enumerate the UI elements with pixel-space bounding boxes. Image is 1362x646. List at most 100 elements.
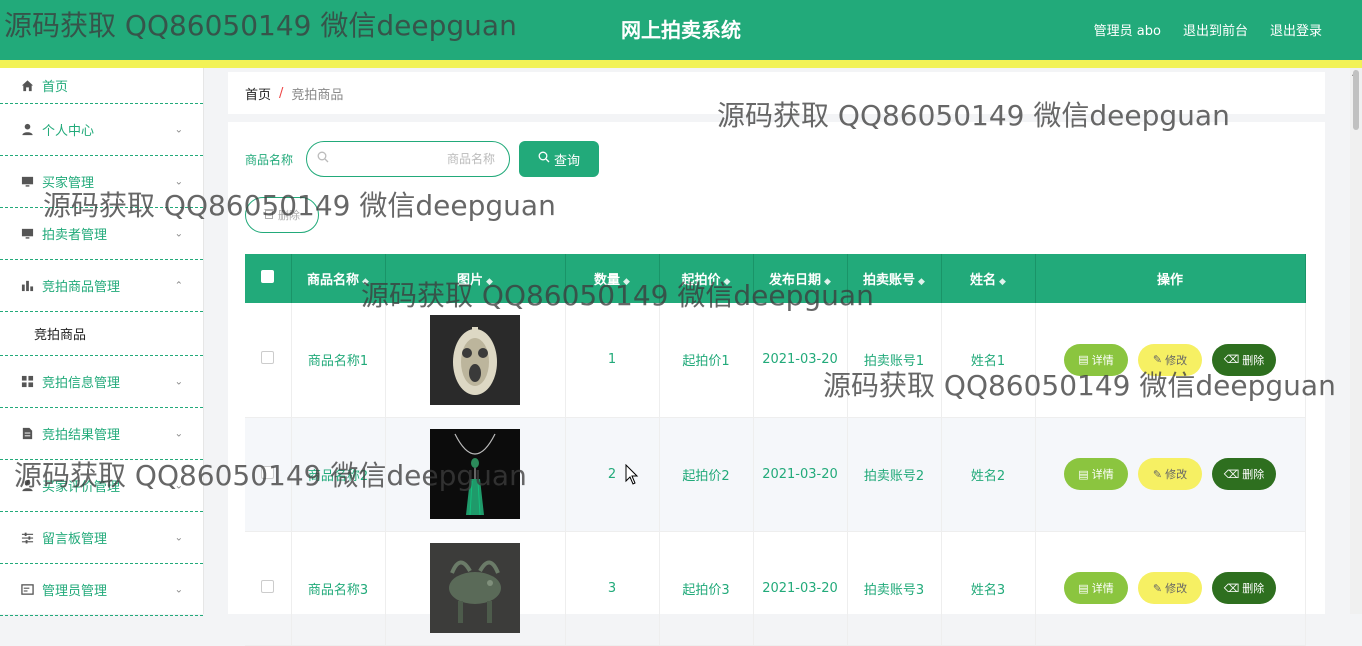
row-checkbox[interactable] (261, 351, 275, 365)
chevron-down-icon: ⌄ (174, 124, 183, 135)
detail-button-label: 详情 (1091, 353, 1114, 367)
sort-icon[interactable]: ◆ (724, 277, 731, 287)
qty-cell: 3 (565, 531, 660, 646)
sidebar-item-buyers[interactable]: 买家管理 ⌄ (0, 156, 203, 208)
sort-icon[interactable]: ◆ (918, 277, 925, 287)
sidebar-item-message-board[interactable]: 留言板管理 ⌄ (0, 512, 203, 564)
search-input[interactable] (335, 148, 495, 170)
sort-icon[interactable]: ◆ (362, 277, 369, 287)
row-select-cell[interactable] (245, 417, 292, 532)
person-cell: 姓名2 (941, 417, 1036, 532)
breadcrumb-home[interactable]: 首页 (245, 84, 271, 103)
column-header-date[interactable]: 发布日期 ◆ (753, 254, 848, 303)
sidebar-item-buyer-reviews[interactable]: 买家评价管理 ⌄ (0, 460, 203, 512)
document-icon (20, 427, 34, 441)
sidebar-item-home[interactable]: 首页 (0, 68, 203, 104)
home-icon (20, 79, 34, 93)
date-cell: 2021-03-20 (753, 417, 848, 532)
row-checkbox[interactable] (261, 579, 275, 593)
logout-link[interactable]: 退出登录 (1270, 20, 1322, 39)
row-select-cell[interactable] (245, 303, 292, 418)
breadcrumb: 首页 / 竞拍商品 (228, 72, 1325, 114)
actions-cell: ▤ 详情 ✎ 修改 ⌫ 删除 (1035, 531, 1306, 646)
search-icon (538, 151, 550, 167)
search-label: 商品名称 (245, 153, 294, 167)
sidebar-subitem-auction-goods[interactable]: 竞拍商品 (0, 312, 203, 356)
scrollbar-thumb[interactable] (1353, 70, 1359, 130)
goods-image-cell (385, 531, 566, 646)
select-all-checkbox[interactable] (261, 270, 275, 283)
column-header-image[interactable]: 图片 ◆ (385, 254, 566, 303)
column-header-label: 姓名 (970, 273, 997, 288)
page-scrollbar[interactable]: ▲ (1350, 68, 1362, 614)
edit-button[interactable]: ✎ 修改 (1138, 458, 1202, 490)
sidebar-item-label: 个人中心 (42, 124, 95, 139)
column-header-start-price[interactable]: 起拍价 ◆ (659, 254, 754, 303)
column-header-name[interactable]: 商品名称 ◆ (291, 254, 386, 303)
sliders-icon (20, 531, 34, 545)
start-price-cell: 起拍价2 (659, 417, 754, 532)
chevron-up-icon: ⌃ (174, 280, 183, 291)
detail-button[interactable]: ▤ 详情 (1064, 572, 1128, 604)
back-to-front-link[interactable]: 退出到前台 (1183, 20, 1248, 39)
sidebar-item-personal[interactable]: 个人中心 ⌄ (0, 104, 203, 156)
edit-button-label: 修改 (1165, 353, 1188, 367)
column-header-label: 图片 (457, 273, 484, 288)
sidebar-item-auction-goods[interactable]: 竞拍商品管理 ⌃ (0, 260, 203, 312)
delete-button[interactable]: ⌫ 删除 (1212, 343, 1276, 376)
column-header-label: 起拍价 (681, 273, 721, 288)
column-header-qty[interactable]: 数量 ◆ (565, 254, 660, 303)
breadcrumb-current: 竞拍商品 (291, 87, 344, 103)
sidebar-item-label: 拍卖者管理 (42, 228, 108, 243)
sidebar-item-auction-info[interactable]: 竞拍信息管理 ⌄ (0, 356, 203, 408)
pencil-icon: ✎ (1152, 581, 1163, 595)
sort-icon[interactable]: ◆ (623, 277, 630, 287)
detail-button[interactable]: ▤ 详情 (1064, 343, 1128, 376)
chevron-down-icon: ⌄ (174, 176, 183, 187)
table-row: 商品名称3 3 起拍价3 2021-03-20 拍卖账号3 姓名3 ▤ 详情 ✎… (245, 531, 1306, 646)
top-right-nav: 管理员 abo 退出到前台 退出登录 (1094, 20, 1322, 39)
jade-necklace-image (430, 429, 520, 519)
date-cell: 2021-03-20 (753, 303, 848, 418)
column-header-label: 发布日期 (769, 273, 822, 288)
trash-icon: ⌫ (1223, 581, 1240, 595)
detail-button[interactable]: ▤ 详情 (1064, 458, 1128, 490)
sort-icon[interactable]: ◆ (999, 277, 1006, 287)
search-icon (317, 151, 329, 166)
column-header-account[interactable]: 拍卖账号 ◆ (847, 254, 942, 303)
sidebar-item-admins[interactable]: 管理员管理 ⌄ (0, 564, 203, 616)
row-select-cell[interactable] (245, 531, 292, 646)
chevron-down-icon: ⌄ (174, 376, 183, 387)
column-header-label: 数量 (594, 273, 621, 288)
batch-delete-button[interactable]: 删除 (245, 197, 319, 233)
pencil-icon: ✎ (1152, 467, 1163, 481)
breadcrumb-separator: / (279, 85, 284, 101)
person-cell: 姓名3 (941, 531, 1036, 646)
table-header-row: 商品名称 ◆ 图片 ◆ 数量 ◆ 起拍价 ◆ 发布日期 ◆ 拍卖账号 ◆ 姓名 ◆ 操作 (245, 254, 1306, 303)
sort-icon[interactable]: ◆ (824, 277, 831, 287)
column-header-label: 拍卖账号 (863, 273, 916, 288)
sidebar-item-label: 首页 (42, 80, 69, 95)
admin-label[interactable]: 管理员 abo (1094, 20, 1161, 39)
search-box[interactable] (306, 141, 510, 177)
goods-name-cell: 商品名称2 (291, 417, 386, 532)
query-button[interactable]: 查询 (519, 141, 599, 177)
row-checkbox[interactable] (261, 465, 275, 479)
sidebar-item-auction-results[interactable]: 竞拍结果管理 ⌄ (0, 408, 203, 460)
edit-button[interactable]: ✎ 修改 (1138, 343, 1202, 376)
select-all-header[interactable] (245, 254, 292, 303)
column-header-label: 商品名称 (307, 273, 360, 288)
sort-icon[interactable]: ◆ (486, 277, 493, 287)
chevron-down-icon: ⌄ (174, 228, 183, 239)
delete-button[interactable]: ⌫ 删除 (1212, 458, 1276, 490)
column-header-person[interactable]: 姓名 ◆ (941, 254, 1036, 303)
sidebar-item-label: 竞拍信息管理 (42, 376, 121, 391)
sidebar-item-auctioneers[interactable]: 拍卖者管理 ⌄ (0, 208, 203, 260)
account-cell: 拍卖账号3 (847, 531, 942, 646)
edit-button[interactable]: ✎ 修改 (1138, 572, 1202, 604)
delete-button[interactable]: ⌫ 删除 (1212, 572, 1276, 604)
goods-image-cell (385, 303, 566, 418)
qty-cell: 2 (565, 417, 660, 532)
batch-delete-label: 删除 (278, 209, 300, 222)
sidebar-item-label: 留言板管理 (42, 532, 108, 547)
